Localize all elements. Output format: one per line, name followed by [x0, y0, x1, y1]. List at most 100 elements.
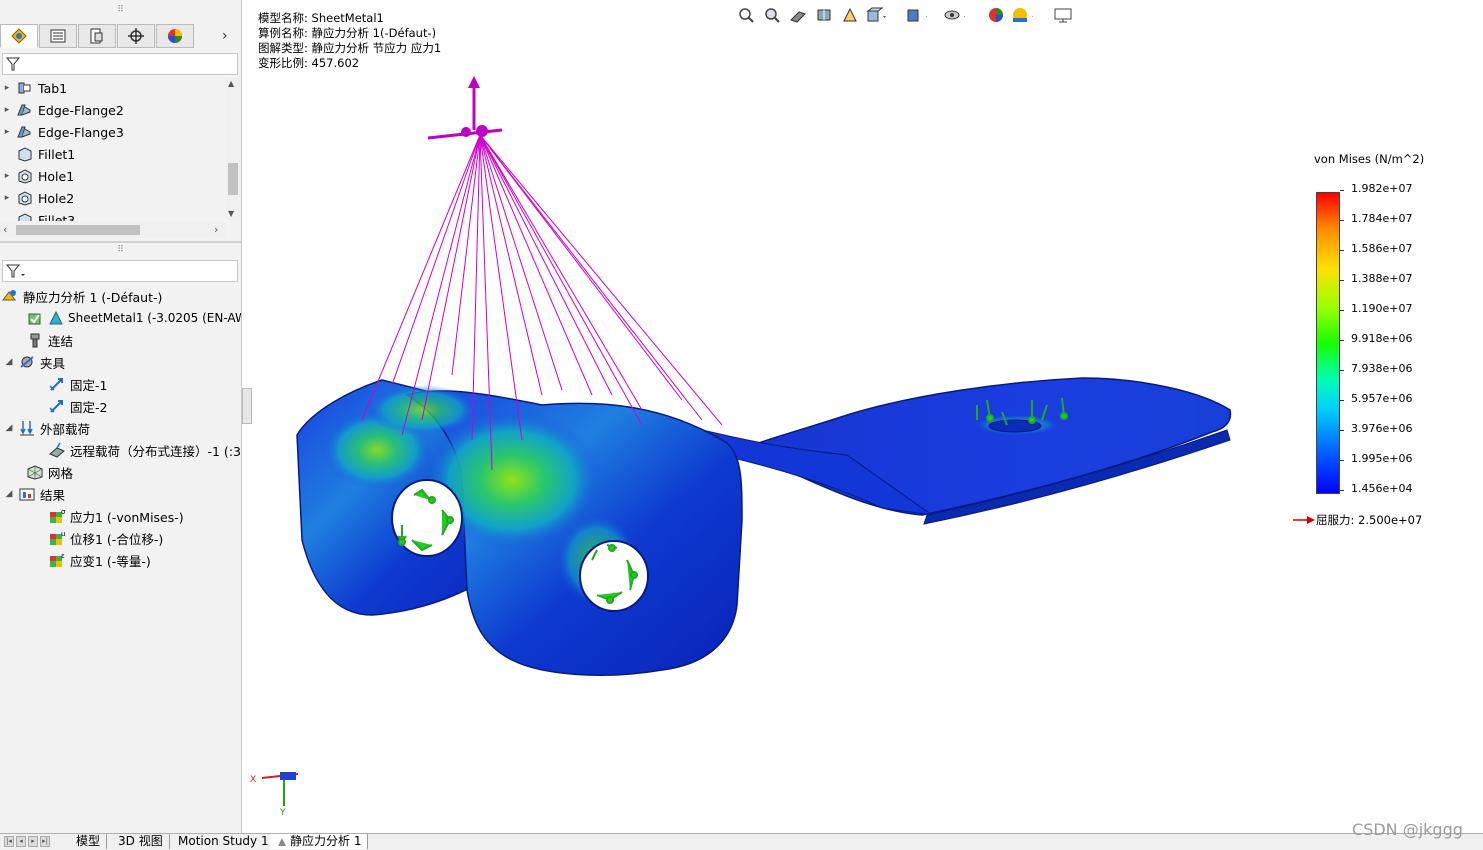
static-study-icon: [2, 290, 16, 301]
feature-tree-item[interactable]: ▸ Edge-Flange3: [2, 121, 124, 143]
scroll-thumb[interactable]: [228, 163, 238, 195]
model-name-text: 模型名称: SheetMetal1: [258, 11, 384, 25]
hole-icon: [18, 169, 32, 184]
last-tab-icon[interactable]: ▸|: [40, 836, 50, 847]
panel-splitter[interactable]: [0, 241, 241, 243]
feature-tree-item[interactable]: ▸ Hole2: [2, 187, 74, 209]
mesh-item[interactable]: 网格: [22, 461, 73, 483]
tab-dimxpert-manager[interactable]: [117, 24, 155, 48]
connections-item[interactable]: 连结: [22, 329, 73, 351]
view-settings-icon[interactable]: [1053, 4, 1075, 26]
fixture-item-1[interactable]: 固定-1: [44, 373, 107, 395]
study-root-label: 静应力分析 1 (-Défaut-): [23, 289, 163, 305]
panel-grip-mid[interactable]: ⠿: [0, 244, 241, 256]
fillet-icon: [18, 147, 32, 162]
remote-load-marker: [427, 76, 503, 140]
scroll-down-icon[interactable]: ▼: [228, 209, 234, 218]
tab-display-manager[interactable]: [156, 24, 194, 48]
study-root[interactable]: 静应力分析 1 (-Défaut-): [0, 285, 162, 307]
caret-right-icon[interactable]: ▸: [2, 171, 12, 181]
result-item-displacement[interactable]: u 位移1 (-合位移-): [44, 527, 163, 549]
edit-appearance-icon[interactable]: [985, 4, 1007, 26]
feature-tree-vscroll[interactable]: ▲ ▼: [226, 77, 240, 221]
load-label-1: 远程载荷（分布式连接）-1 (:3: [70, 443, 241, 459]
part-item[interactable]: SheetMetal1 (-3.0205 (EN-AW 12: [22, 307, 241, 329]
legend-color-bar: [1316, 192, 1340, 494]
prev-tab-icon[interactable]: ◂: [16, 836, 26, 847]
fixtures-item[interactable]: ◢ 夹具: [4, 351, 65, 373]
apply-scene-icon[interactable]: [1011, 4, 1033, 26]
tab-property-manager[interactable]: [39, 24, 77, 48]
zoom-to-fit-icon[interactable]: [735, 4, 757, 26]
hscroll-thumb[interactable]: [16, 225, 140, 235]
caret-right-icon[interactable]: ▸: [2, 127, 12, 137]
feature-tree-item[interactable]: ▸ Hole1: [2, 165, 74, 187]
scroll-right-icon[interactable]: ›: [214, 223, 218, 236]
result-item-stress[interactable]: σ 应力1 (-vonMises-): [44, 505, 184, 527]
tab-model[interactable]: 模型: [70, 834, 108, 849]
result-item-strain[interactable]: ε 应变1 (-等量-): [44, 549, 151, 571]
feature-tree-label: Hole2: [38, 190, 75, 206]
caret-down-icon[interactable]: ◢: [4, 357, 14, 367]
panel-grip-top[interactable]: ⠿: [0, 4, 241, 16]
previous-view-icon[interactable]: [787, 4, 809, 26]
yield-strength-label: 屈服力: 2.500e+07: [1316, 513, 1423, 527]
graphics-area[interactable]: X Y: [242, 0, 1483, 833]
caret-right-icon[interactable]: ▸: [2, 105, 12, 115]
legend-tick-label: 5.957e+06: [1351, 392, 1413, 405]
fixtures-label: 夹具: [40, 355, 66, 371]
caret-down-icon[interactable]: ◢: [4, 489, 14, 499]
hide-show-icon[interactable]: [943, 4, 965, 26]
zoom-to-area-icon[interactable]: [761, 4, 783, 26]
section-view-icon[interactable]: [813, 4, 835, 26]
feature-tree-item[interactable]: ▸ Tab1: [2, 77, 67, 99]
feature-tree-label: Tab1: [38, 80, 68, 96]
feature-filter-input[interactable]: [2, 53, 238, 75]
manager-tabbar: ›: [0, 24, 241, 50]
feature-tree-item[interactable]: Fillet1: [2, 143, 75, 165]
legend-tick: [1340, 430, 1344, 431]
color-wheel-icon: [168, 29, 182, 43]
simulation-tab-icon: [278, 838, 286, 846]
result-label-displacement: 位移1 (-合位移-): [70, 531, 164, 547]
feature-tree-label: Hole1: [38, 168, 75, 184]
chevron-right-icon[interactable]: ›: [222, 28, 228, 44]
tab-motion-study[interactable]: Motion Study 1: [172, 834, 276, 849]
external-loads-item[interactable]: ◢ 外部载荷: [4, 417, 90, 439]
results-label: 结果: [40, 487, 66, 503]
legend-tick: [1340, 220, 1344, 221]
svg-text:σ: σ: [61, 508, 66, 516]
next-tab-icon[interactable]: ▸: [28, 836, 38, 847]
edge-flange-icon: [17, 126, 31, 138]
plot-type-text: 图解类型: 静应力分析 节应力 应力1: [258, 41, 442, 55]
tab-feature-manager[interactable]: [0, 24, 38, 48]
view-orientation-icon[interactable]: [865, 4, 887, 26]
feature-tree-item[interactable]: ▸ Edge-Flange2: [2, 99, 124, 121]
deformation-scale-text: 变形比例: 457.602: [258, 56, 360, 70]
results-item[interactable]: ◢ 结果: [4, 483, 65, 505]
display-style-icon[interactable]: [905, 4, 927, 26]
load-item-1[interactable]: 远程载荷（分布式连接）-1 (:3: [44, 439, 241, 461]
fixture-item-2[interactable]: 固定-2: [44, 395, 107, 417]
part-material-icon: [28, 313, 41, 325]
caret-down-icon[interactable]: ◢: [4, 423, 14, 433]
tab-configuration-manager[interactable]: [78, 24, 116, 48]
first-tab-icon[interactable]: |◂: [4, 836, 14, 847]
caret-right-icon[interactable]: ▸: [2, 193, 12, 203]
scroll-left-icon[interactable]: ‹: [3, 223, 7, 236]
feature-tree-item[interactable]: Fillet3: [2, 209, 75, 221]
coordinate-triad: X Y: [250, 772, 299, 818]
tab-3d-view[interactable]: 3D 视图: [112, 834, 170, 849]
feature-tree-hscroll[interactable]: ‹ ›: [0, 222, 226, 238]
legend-tick-label: 1.982e+07: [1351, 182, 1413, 195]
legend-tick: [1340, 340, 1344, 341]
legend-tick: [1340, 250, 1344, 251]
caret-right-icon[interactable]: ▸: [2, 83, 12, 93]
scroll-up-icon[interactable]: ▲: [228, 79, 234, 88]
external-loads-icon: [20, 421, 34, 436]
results-folder-icon: [19, 488, 35, 501]
study-filter-input[interactable]: [2, 260, 238, 282]
dynamic-annotation-icon[interactable]: [839, 4, 861, 26]
panel-collapse-handle[interactable]: [242, 388, 252, 424]
legend-tick-label: 1.586e+07: [1351, 242, 1413, 255]
